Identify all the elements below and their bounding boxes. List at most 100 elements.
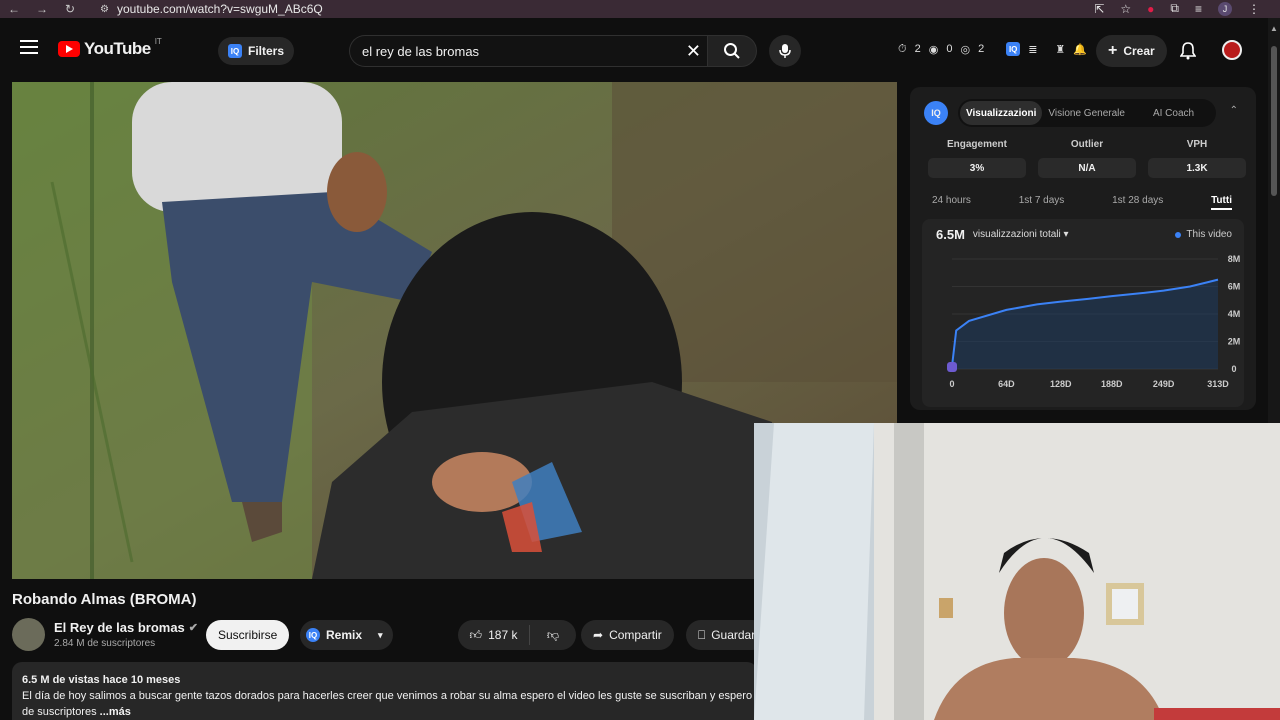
- notifications-bell-icon[interactable]: [1179, 42, 1197, 65]
- series-area: [952, 279, 1218, 369]
- site-info-icon[interactable]: ⚙: [100, 4, 109, 15]
- iq-extension-icon[interactable]: IQ: [1006, 42, 1021, 56]
- range-28d[interactable]: 1st 28 days: [1112, 195, 1163, 210]
- country-code: IT: [154, 36, 162, 46]
- time-range-tabs: 24 hours 1st 7 days 1st 28 days Tutti: [932, 195, 1232, 210]
- search-button[interactable]: [707, 35, 757, 67]
- description-text: El día de hoy salimos a buscar gente taz…: [22, 690, 753, 702]
- remix-label: Remix: [326, 628, 363, 642]
- scrollbar-thumb[interactable]: [1271, 46, 1277, 196]
- channel-avatar[interactable]: [12, 618, 45, 651]
- filters-label: Filters: [248, 44, 285, 58]
- clock-icon: ⏱: [898, 42, 907, 55]
- dislike-button[interactable]: 👎︎: [530, 628, 576, 643]
- vidiq-analytics-panel: IQ Visualizzazioni Visione Generale AI C…: [910, 87, 1256, 410]
- subscribe-button[interactable]: Suscribirse: [206, 620, 290, 650]
- share-button[interactable]: ➦ Compartir: [581, 620, 674, 650]
- webcam-frame: [754, 423, 1280, 720]
- like-button[interactable]: 👍︎ 187 k: [458, 625, 530, 645]
- range-24h[interactable]: 24 hours: [932, 195, 971, 210]
- channel-row: El Rey de las bromas ✔ 2.84 M de suscrip…: [12, 618, 768, 652]
- bookmark-icon: ⎕: [698, 627, 706, 642]
- iq-icon: IQ: [228, 44, 242, 58]
- y-tick-label: 4M: [1228, 309, 1241, 319]
- channel-name: El Rey de las bromas: [54, 620, 185, 635]
- plus-icon: +: [1108, 42, 1118, 59]
- collapse-chevron-icon[interactable]: ⌃: [1230, 105, 1238, 116]
- clear-search-icon[interactable]: ✕: [686, 41, 701, 62]
- extensions-puzzle-icon[interactable]: ⧉: [1170, 1, 1179, 16]
- alert-icon[interactable]: 🔔: [1073, 43, 1087, 56]
- views-chart: 0 2M 4M 6M 8M 0 64D 128D 188D 249D 313D: [947, 254, 1241, 389]
- account-avatar[interactable]: [1222, 40, 1242, 60]
- search-input[interactable]: el rey de las bromas ✕: [349, 35, 709, 67]
- profile-avatar[interactable]: J: [1218, 1, 1232, 16]
- x-tick-label: 188D: [1101, 379, 1123, 389]
- eye-icon: ◉: [928, 43, 939, 56]
- description-box[interactable]: 6.5 M de vistas hace 10 meses El día de …: [12, 662, 757, 720]
- logo-text: YouTube: [84, 39, 151, 58]
- youtube-logo[interactable]: YouTube IT: [58, 36, 162, 59]
- like-dislike-group: 👍︎ 187 k 👎︎: [458, 620, 576, 650]
- url-text: youtube.com/watch?v=swguM_ABc6Q: [116, 2, 323, 16]
- video-title: Robando Almas (BROMA): [12, 591, 197, 608]
- trophy-icon[interactable]: ♜: [1055, 43, 1065, 56]
- extension-stats: ⏱ 2 ◉ 0 ◎ 2 IQ ≣ ♜ 🔔: [898, 42, 1087, 56]
- list-icon[interactable]: ≣: [1028, 43, 1037, 56]
- x-tick-label: 249D: [1153, 379, 1175, 389]
- install-icon[interactable]: ⇱: [1094, 2, 1104, 16]
- address-bar[interactable]: ⚙ youtube.com/watch?v=swguM_ABc6Q: [100, 0, 323, 18]
- y-tick-label: 6M: [1228, 282, 1241, 292]
- chevron-down-icon: ▾: [378, 629, 383, 640]
- vidiq-logo-icon: IQ: [924, 101, 948, 125]
- remix-button[interactable]: IQ Remix ▾: [300, 620, 393, 650]
- verified-check-icon: ✔: [188, 622, 198, 634]
- forward-icon[interactable]: →: [28, 2, 56, 16]
- reload-icon[interactable]: ↻: [56, 2, 84, 16]
- thumbs-up-icon: 👍︎: [469, 627, 483, 642]
- share-label: Compartir: [609, 628, 662, 642]
- x-tick-label: 64D: [998, 379, 1015, 389]
- iq-remix-icon: IQ: [306, 628, 320, 642]
- metric-engagement: Engagement 3%: [928, 139, 1026, 178]
- bookmark-star-icon[interactable]: ☆: [1120, 2, 1131, 16]
- channel-name-link[interactable]: El Rey de las bromas ✔: [54, 620, 198, 635]
- stat-1: 2: [914, 43, 921, 55]
- x-tick-label: 0: [949, 379, 954, 389]
- y-tick-label: 8M: [1228, 254, 1241, 264]
- voice-search-button[interactable]: [769, 35, 801, 67]
- save-label: Guardar: [711, 628, 756, 642]
- range-all[interactable]: Tutti: [1211, 195, 1232, 210]
- menu-icon[interactable]: [20, 40, 38, 54]
- y-tick-label: 0: [1231, 364, 1236, 374]
- thumbs-down-icon: 👎︎: [546, 627, 560, 642]
- scroll-up-icon[interactable]: ▲: [1270, 24, 1278, 33]
- tab-views[interactable]: Visualizzazioni: [960, 101, 1043, 125]
- filters-button[interactable]: IQ Filters: [218, 37, 295, 65]
- y-tick-label: 2M: [1228, 337, 1241, 347]
- browser-menu-icon[interactable]: ⋮: [1248, 2, 1260, 16]
- back-icon[interactable]: ←: [0, 2, 28, 16]
- upload-marker[interactable]: [947, 362, 957, 372]
- tab-bar: Visualizzazioni Visione Generale AI Coac…: [958, 99, 1217, 127]
- eye-outline-icon: ◎: [960, 43, 971, 56]
- browser-toolbar: ← → ↻ ⚙ youtube.com/watch?v=swguM_ABc6Q …: [0, 0, 1280, 18]
- create-button[interactable]: + Crear: [1096, 35, 1167, 67]
- x-tick-label: 313D: [1207, 379, 1229, 389]
- description-line2: de suscriptores ...más: [22, 706, 131, 718]
- x-tick-label: 128D: [1050, 379, 1072, 389]
- share-arrow-icon: ➦: [593, 628, 604, 642]
- range-7d[interactable]: 1st 7 days: [1019, 195, 1065, 210]
- extension-red-icon[interactable]: ●: [1147, 2, 1154, 16]
- tab-overview[interactable]: Visione Generale: [1042, 101, 1131, 125]
- microphone-icon: [779, 44, 791, 58]
- panel-tabs: IQ Visualizzazioni Visione Generale AI C…: [924, 99, 1217, 127]
- tab-ai-coach[interactable]: AI Coach: [1147, 101, 1200, 125]
- more-link[interactable]: ...más: [100, 706, 131, 718]
- stat-3: 2: [978, 43, 985, 55]
- stat-2: 0: [946, 43, 953, 55]
- webcam-overlay: [754, 423, 1280, 720]
- youtube-play-icon: [58, 41, 80, 57]
- search-icon: [724, 43, 740, 59]
- reading-list-icon[interactable]: ≡: [1195, 2, 1202, 16]
